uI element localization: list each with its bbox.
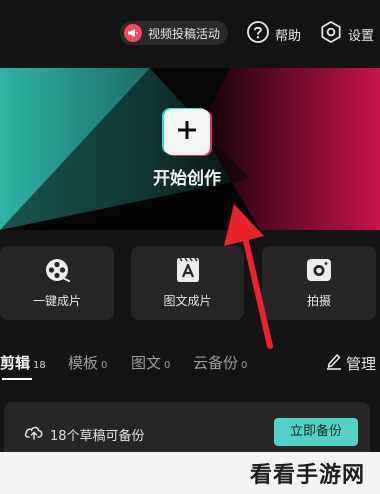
watermark-logo: 看看手游网 [250, 463, 366, 488]
annotation-arrow [224, 204, 273, 349]
